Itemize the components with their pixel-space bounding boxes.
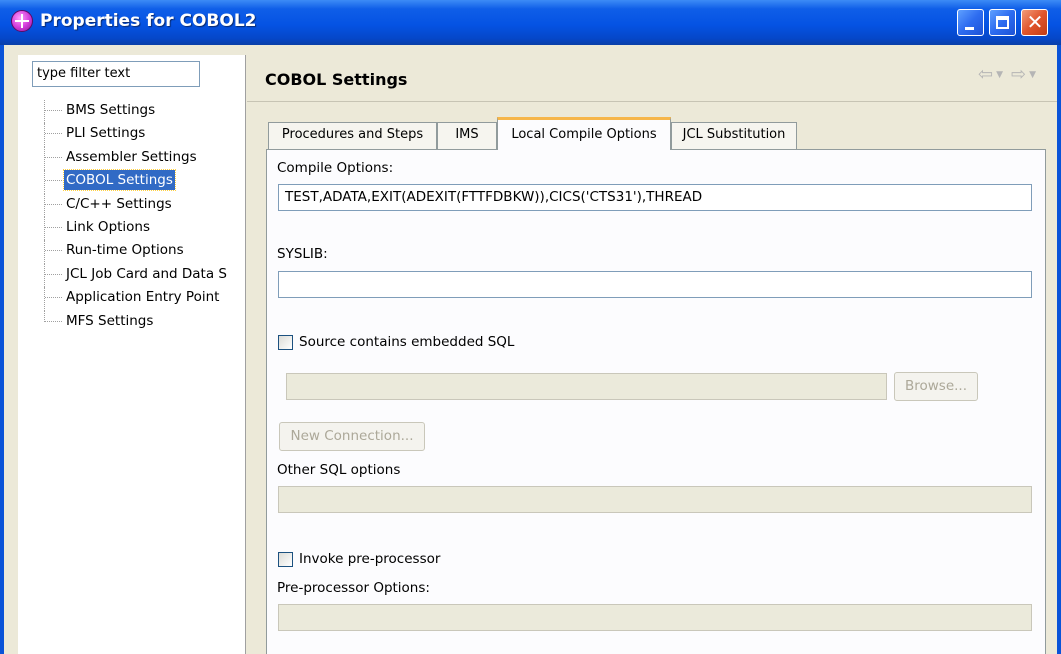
tree-item-label: Run-time Options xyxy=(66,242,184,259)
maximize-button[interactable] xyxy=(989,9,1016,36)
preprocessor-options-label: Pre-processor Options: xyxy=(277,580,430,596)
tree-connector xyxy=(44,170,62,194)
tree-item-cobol-settings[interactable]: COBOL Settings xyxy=(44,169,249,194)
tree-item-runtime-options[interactable]: Run-time Options xyxy=(44,240,249,264)
page-title: COBOL Settings xyxy=(265,70,408,89)
title-bar[interactable]: Properties for COBOL2 ✕ xyxy=(0,0,1061,45)
tree-item-bms-settings[interactable]: BMS Settings xyxy=(44,100,249,124)
other-sql-input[interactable] xyxy=(278,486,1032,513)
tree-item-link-options[interactable]: Link Options xyxy=(44,216,249,241)
close-icon: ✕ xyxy=(1026,10,1044,34)
browse-button[interactable]: Browse... xyxy=(894,372,978,401)
tree-item-label: C/C++ Settings xyxy=(66,195,172,212)
tab-local-compile-options[interactable]: Local Compile Options xyxy=(497,117,671,150)
forward-dropdown-icon[interactable]: ▼ xyxy=(1029,70,1036,80)
compile-options-input[interactable]: TEST,ADATA,EXIT(ADEXIT(FTTFDBKW)),CICS('… xyxy=(278,184,1032,211)
tree-item-jcl-job-card[interactable]: JCL Job Card and Data S xyxy=(44,263,249,288)
tree-connector xyxy=(44,216,62,241)
tree-item-label: Link Options xyxy=(66,218,151,235)
tree-item-label: JCL Job Card and Data S xyxy=(66,265,227,282)
preprocessor-options-input[interactable] xyxy=(278,604,1032,631)
forward-arrow-icon[interactable]: ⇨ xyxy=(1011,64,1026,85)
window-title: Properties for COBOL2 xyxy=(40,11,257,31)
minimize-button[interactable] xyxy=(957,9,984,36)
tree-item-label: PLI Settings xyxy=(66,125,146,142)
tree-item-label: Application Entry Point xyxy=(66,289,220,306)
compile-options-label: Compile Options: xyxy=(277,160,394,176)
tree-connector xyxy=(44,240,62,264)
back-arrow-icon[interactable]: ⇦ xyxy=(978,64,993,85)
close-button[interactable]: ✕ xyxy=(1021,9,1048,36)
history-navigation: ⇦ ▼ ⇨ ▼ xyxy=(978,64,1044,85)
maximize-icon xyxy=(996,16,1009,29)
tree-item-mfs-settings[interactable]: MFS Settings xyxy=(44,310,249,334)
tree-connector xyxy=(44,100,62,124)
tree-item-label: Assembler Settings xyxy=(66,148,197,165)
syslib-input[interactable] xyxy=(278,271,1032,298)
tab-ims[interactable]: IMS xyxy=(437,122,497,149)
tree-item-assembler-settings[interactable]: Assembler Settings xyxy=(44,146,249,171)
tree-item-cpp-settings[interactable]: C/C++ Settings xyxy=(44,193,249,217)
tree-connector xyxy=(44,287,62,311)
other-sql-label: Other SQL options xyxy=(277,462,401,478)
embedded-sql-label[interactable]: Source contains embedded SQL xyxy=(299,334,514,350)
tree-connector xyxy=(44,146,62,171)
preprocessor-label[interactable]: Invoke pre-processor xyxy=(299,551,440,567)
tree-item-application-entry-point[interactable]: Application Entry Point xyxy=(44,287,249,311)
tree-item-label: BMS Settings xyxy=(66,102,156,118)
tree-item-label: COBOL Settings xyxy=(63,169,176,192)
tab-procedures-and-steps[interactable]: Procedures and Steps xyxy=(268,122,437,149)
preprocessor-checkbox[interactable] xyxy=(278,552,293,567)
embedded-sql-checkbox[interactable] xyxy=(278,335,293,350)
app-icon xyxy=(11,10,33,32)
syslib-label: SYSLIB: xyxy=(277,246,328,262)
tab-panel xyxy=(266,149,1046,654)
tree-item-pli-settings[interactable]: PLI Settings xyxy=(44,123,249,147)
back-dropdown-icon[interactable]: ▼ xyxy=(996,70,1003,80)
tree-connector xyxy=(44,263,62,288)
tree-item-label: MFS Settings xyxy=(66,312,154,329)
settings-tree: BMS Settings PLI Settings Assembler Sett… xyxy=(44,100,249,334)
tree-connector xyxy=(44,193,62,217)
new-connection-button[interactable]: New Connection... xyxy=(279,422,425,451)
tree-connector xyxy=(44,310,62,322)
minimize-icon xyxy=(965,27,974,30)
tree-connector xyxy=(44,123,62,147)
tab-jcl-substitution[interactable]: JCL Substitution xyxy=(671,122,797,149)
filter-input[interactable]: type filter text xyxy=(32,61,200,87)
sql-path-input[interactable] xyxy=(286,373,887,400)
